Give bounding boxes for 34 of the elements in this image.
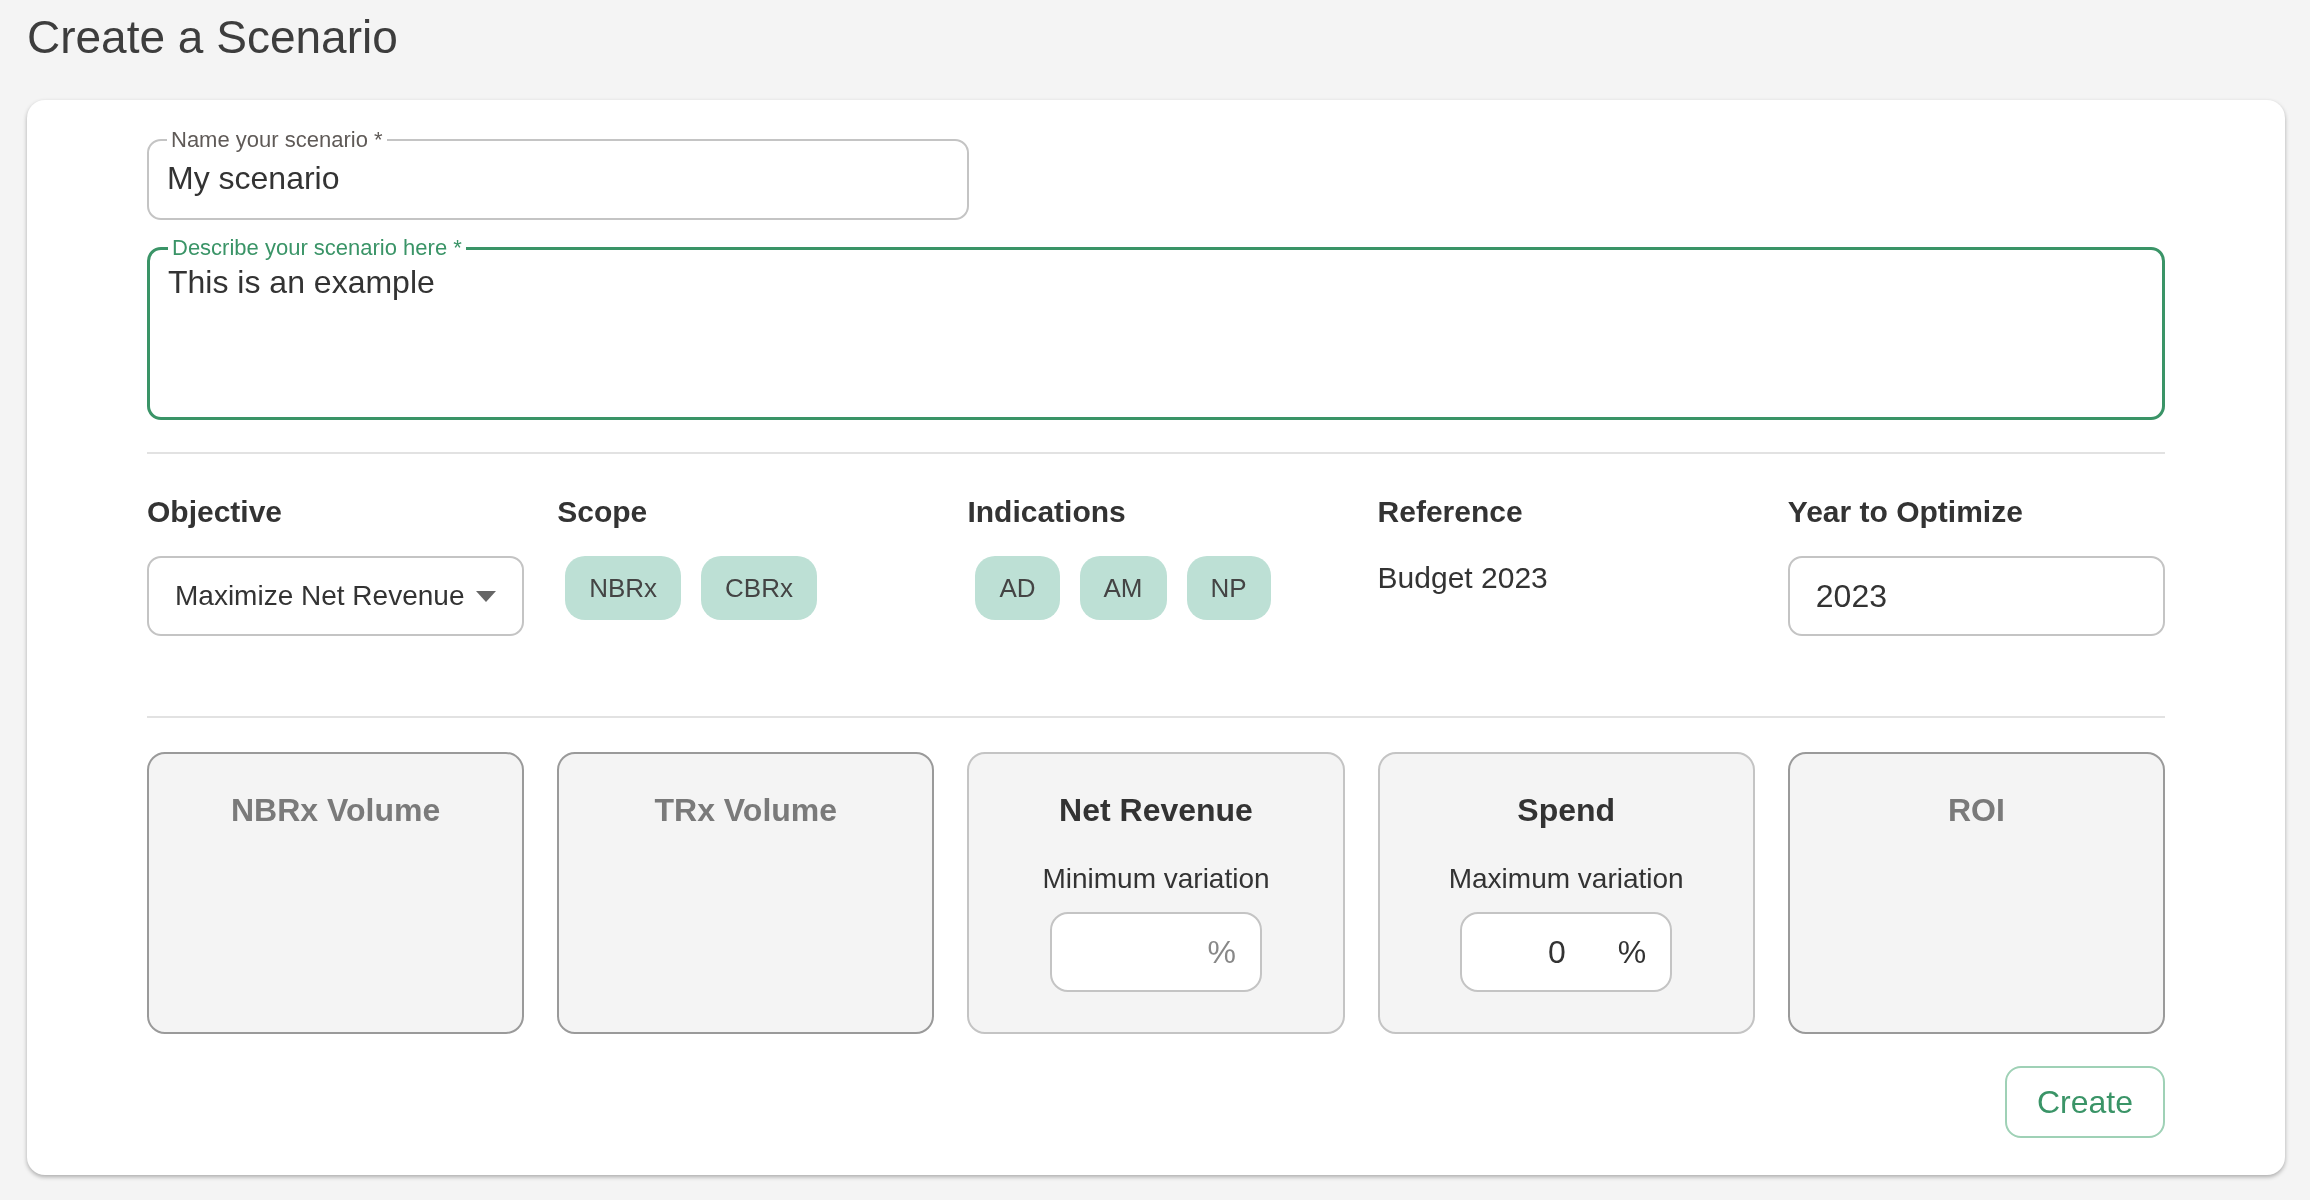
metric-title: TRx Volume: [654, 791, 838, 830]
chip: AD: [975, 556, 1060, 620]
percent-unit: %: [1207, 933, 1236, 972]
percent-input-field[interactable]: 0 %: [1460, 912, 1673, 992]
year-input-field[interactable]: 2023: [1787, 556, 2165, 636]
setting-heading: Objective: [147, 494, 283, 530]
setting-heading: Indications: [967, 494, 1126, 530]
percent-input-field[interactable]: %: [1050, 912, 1262, 992]
percent-unit: %: [1617, 933, 1647, 972]
metric-title: Spend: [1517, 791, 1616, 830]
description-text-area[interactable]: Describe your scenario here * This is an example: [147, 236, 2165, 420]
name-input-field[interactable]: Name your scenario * My scenario: [147, 128, 969, 220]
caret-icon: [476, 590, 497, 602]
metric-title: ROI: [1947, 791, 2005, 830]
constraint-label: Maximum variation: [1448, 862, 1684, 896]
chip: CBRx: [701, 556, 817, 620]
metric-card[interactable]: ROI: [1787, 752, 2165, 1034]
reference-value: Budget 2023: [1377, 560, 1548, 596]
create-button[interactable]: Create: [2004, 1066, 2165, 1138]
metric-card[interactable]: NBRx Volume: [147, 752, 525, 1034]
metric-title: Net Revenue: [1059, 791, 1253, 830]
page-title: Create a Scenario: [27, 10, 398, 65]
chip: AM: [1079, 556, 1167, 620]
objective-select[interactable]: Maximize Net Revenue: [147, 556, 525, 636]
setting-heading: Scope: [557, 494, 648, 530]
constraint-label: Minimum variation: [1042, 862, 1270, 896]
setting-heading: Reference: [1377, 494, 1523, 530]
metric-card[interactable]: TRx Volume: [557, 752, 935, 1034]
chip: NBRx: [565, 556, 682, 620]
metric-card[interactable]: Spend Maximum variation 0 %: [1377, 752, 1755, 1034]
chip: NP: [1186, 556, 1271, 620]
metric-card[interactable]: Net Revenue Minimum variation %: [967, 752, 1345, 1034]
metric-title: NBRx Volume: [231, 791, 441, 830]
setting-heading: Year to Optimize: [1787, 494, 2023, 530]
